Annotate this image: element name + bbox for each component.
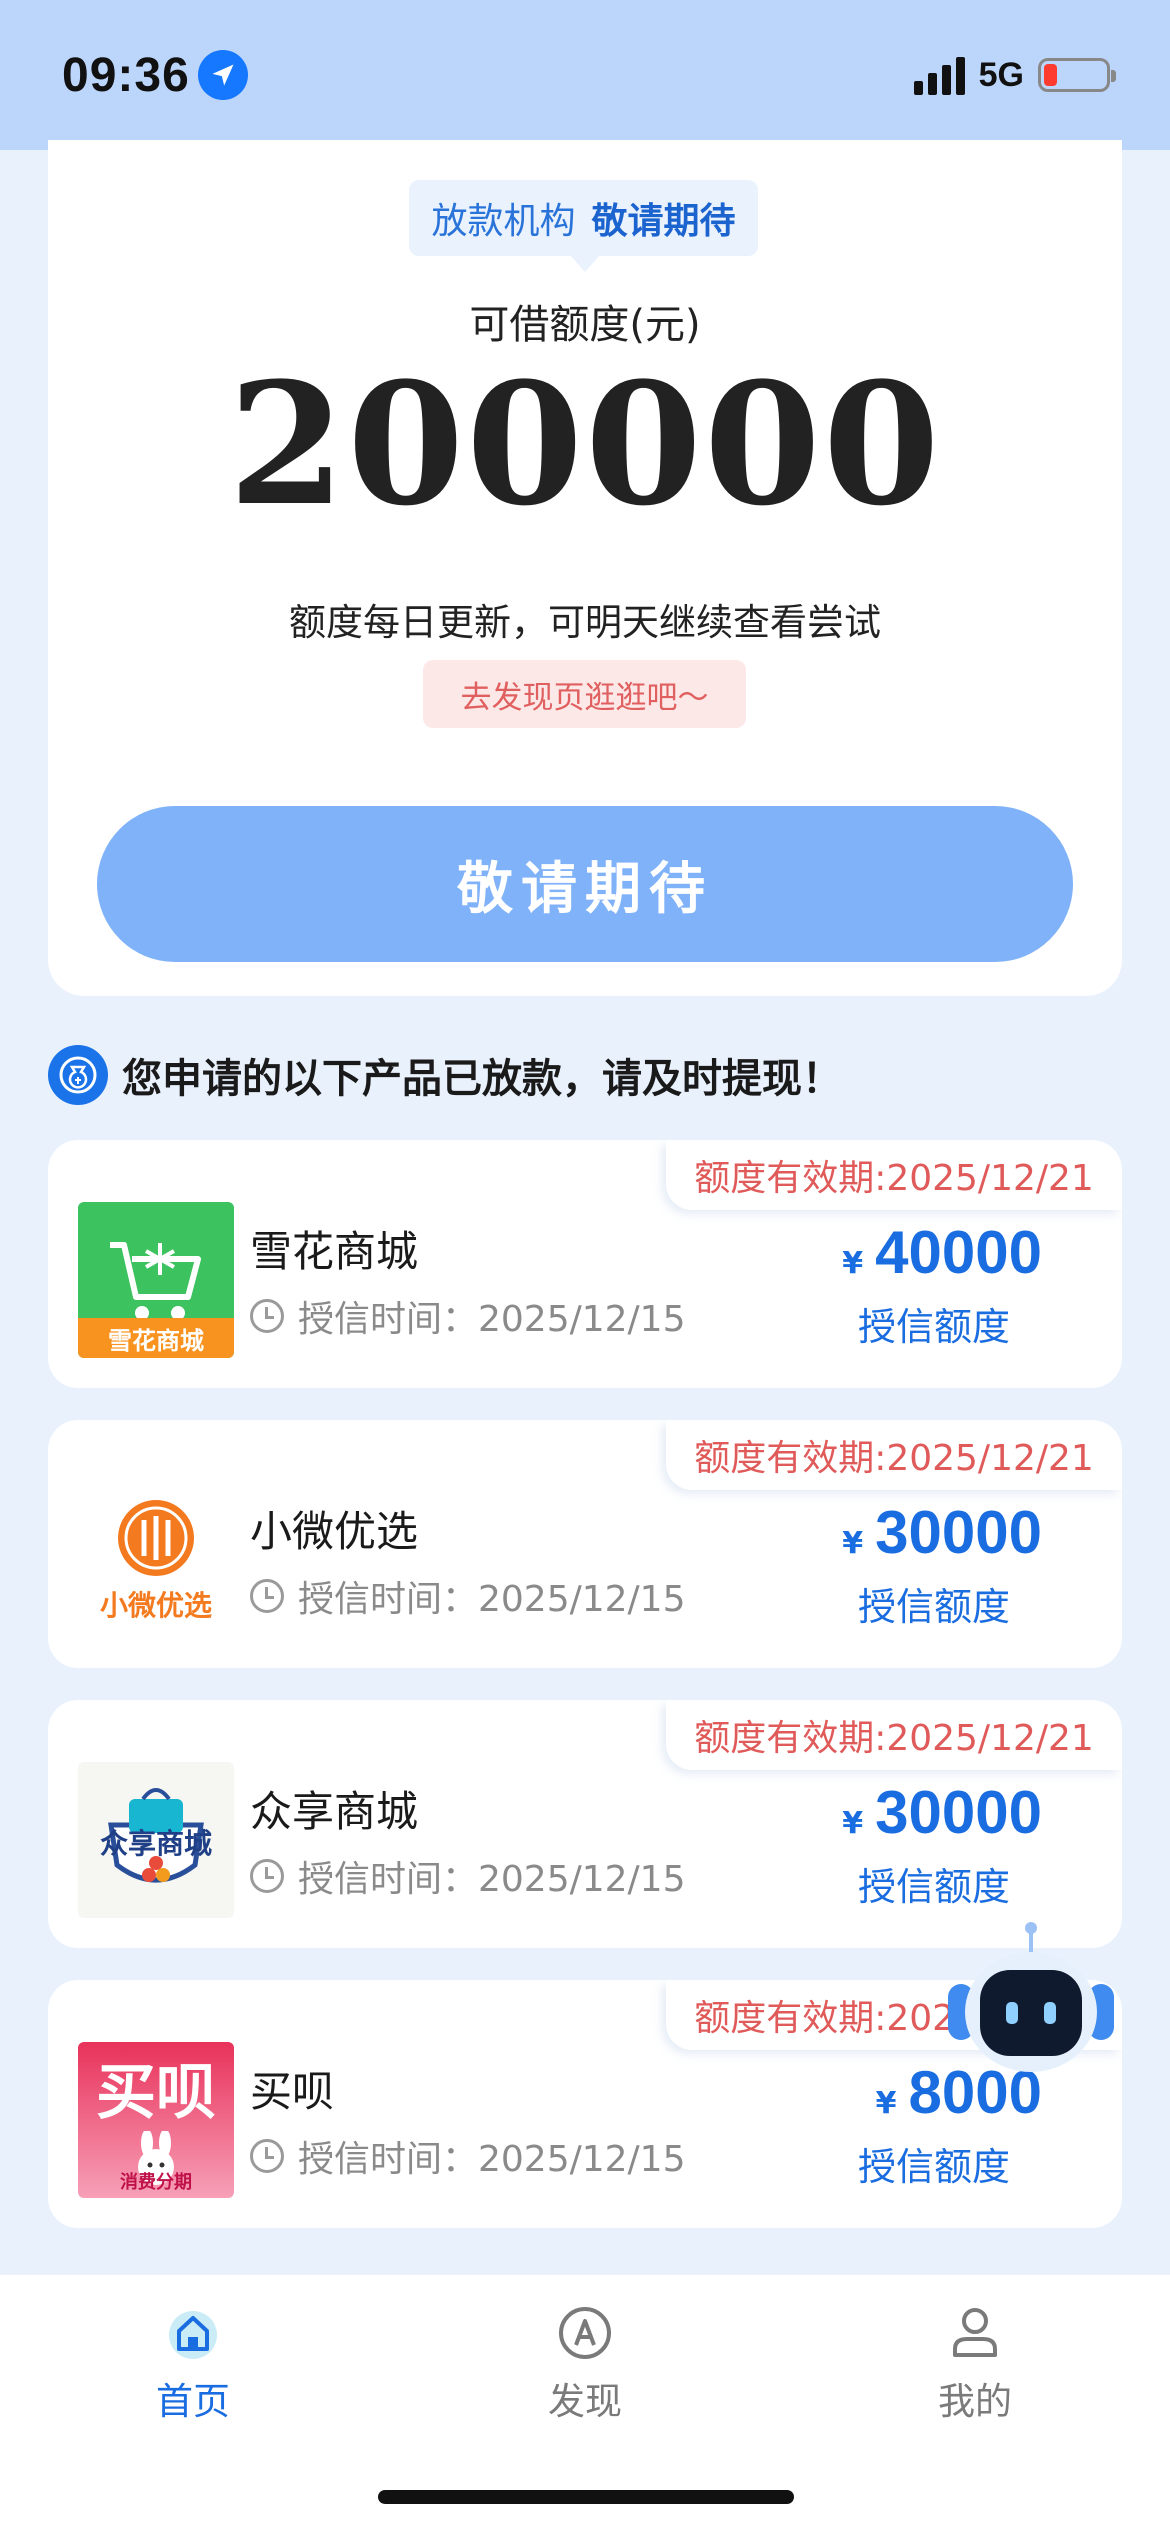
lender-label: 放款机构 [431, 201, 576, 242]
credit-amount-label: 授信额度 [857, 1865, 1010, 1909]
credit-limit-card: 放款机构 敬请期待 可借额度(元) 200000 额度每日更新，可明天继续查看尝… [48, 140, 1122, 996]
credit-time-text: 授信时间：2025/12/15 [298, 2139, 686, 2180]
product-logo: 小微优选 [78, 1482, 234, 1638]
notice-text: 您申请的以下产品已放款，请及时提现！ [122, 1056, 842, 1102]
lender-value: 敬请期待 [591, 201, 736, 242]
tab-label: 首页 [156, 2380, 230, 2423]
product-logo: 雪花商城 [78, 1202, 234, 1358]
amount-value: 30000 [875, 1779, 1042, 1846]
money-bag-icon [48, 1045, 108, 1105]
currency-symbol: ¥ [875, 2086, 897, 2121]
clock-icon [250, 1579, 284, 1613]
robot-assistant-icon[interactable] [946, 1920, 1116, 2090]
credit-amount: ¥ 30000 [842, 1498, 1042, 1567]
product-card-zhongxiang[interactable]: 额度有效期:2025/12/21 众享商城 众享商城 授信时间：2025/12/… [48, 1700, 1122, 1948]
status-bar: 09:36 5G [0, 0, 1170, 150]
credit-time-text: 授信时间：2025/12/15 [298, 1299, 686, 1340]
coming-soon-button[interactable]: 敬请期待 [97, 806, 1073, 962]
currency-symbol: ¥ [842, 1806, 864, 1841]
product-name: 众享商城 [250, 1787, 419, 1836]
compass-icon [559, 2307, 611, 2359]
credit-time: 授信时间：2025/12/15 [250, 1290, 686, 1342]
product-name: 雪花商城 [250, 1227, 419, 1276]
tab-home[interactable]: 首页 [93, 2301, 293, 2425]
clock-icon [250, 2139, 284, 2173]
product-logo: 买呗 消费分期 [78, 2042, 234, 2198]
product-name: 小微优选 [250, 1507, 419, 1556]
xiaowei-logo-icon [118, 1500, 194, 1576]
lender-tag: 放款机构 敬请期待 [409, 180, 758, 272]
amount-value: 30000 [875, 1499, 1042, 1566]
credit-amount: ¥ 40000 [842, 1218, 1042, 1287]
limit-label: 可借额度(元) [469, 302, 701, 348]
product-name: 买呗 [250, 2067, 335, 2116]
product-logo: 众享商城 [78, 1762, 234, 1918]
credit-time: 授信时间：2025/12/15 [250, 1850, 686, 1902]
credit-amount: ¥ 30000 [842, 1778, 1042, 1847]
home-indicator [378, 2490, 794, 2504]
user-icon [953, 2308, 997, 2357]
clock-icon [250, 1299, 284, 1333]
discover-link[interactable]: 去发现页逛逛吧～ [423, 660, 746, 728]
product-card-xiaowei[interactable]: 额度有效期:2025/12/21 小微优选 小微优选 授信时间：2025/12/… [48, 1420, 1122, 1668]
credit-time-text: 授信时间：2025/12/15 [298, 1859, 686, 1900]
home-icon [169, 2311, 217, 2359]
credit-amount-label: 授信额度 [857, 1305, 1010, 1349]
validity-badge: 额度有效期:2025/12/21 [666, 1420, 1122, 1490]
battery-icon [1038, 58, 1116, 92]
credit-amount-label: 授信额度 [857, 2145, 1010, 2189]
update-note: 额度每日更新，可明天继续查看尝试 [289, 601, 881, 644]
status-time: 09:36 [62, 48, 190, 102]
limit-value: 200000 [228, 345, 942, 543]
logo-subtext: 消费分期 [120, 2172, 192, 2193]
tab-label: 我的 [938, 2380, 1012, 2423]
logo-text: 买呗 [96, 2057, 216, 2128]
tab-label: 发现 [548, 2380, 622, 2423]
network-type: 5G [978, 55, 1024, 94]
location-arrow-icon [197, 50, 248, 100]
credit-time: 授信时间：2025/12/15 [250, 1570, 686, 1622]
logo-text: 小微优选 [99, 1589, 212, 1622]
currency-symbol: ¥ [842, 1246, 864, 1281]
tab-mine[interactable]: 我的 [875, 2301, 1075, 2425]
credit-time: 授信时间：2025/12/15 [250, 2130, 686, 2182]
disbursed-notice: 您申请的以下产品已放款，请及时提现！ [48, 1045, 842, 1105]
currency-symbol: ¥ [842, 1526, 864, 1561]
signal-icon [913, 55, 965, 95]
credit-time-text: 授信时间：2025/12/15 [298, 1579, 686, 1620]
validity-badge: 额度有效期:2025/12/21 [666, 1700, 1122, 1770]
tab-discover[interactable]: 发现 [485, 2301, 685, 2425]
logo-text: 众享商城 [99, 1827, 212, 1860]
validity-badge: 额度有效期:2025/12/21 [666, 1140, 1122, 1210]
product-card-xuehua[interactable]: 额度有效期:2025/12/21 雪花商城 雪花商城 授信时间：2025/12/… [48, 1140, 1122, 1388]
amount-value: 40000 [875, 1219, 1042, 1286]
logo-text: 雪花商城 [78, 1318, 234, 1358]
credit-amount-label: 授信额度 [857, 1585, 1010, 1629]
clock-icon [250, 1859, 284, 1893]
